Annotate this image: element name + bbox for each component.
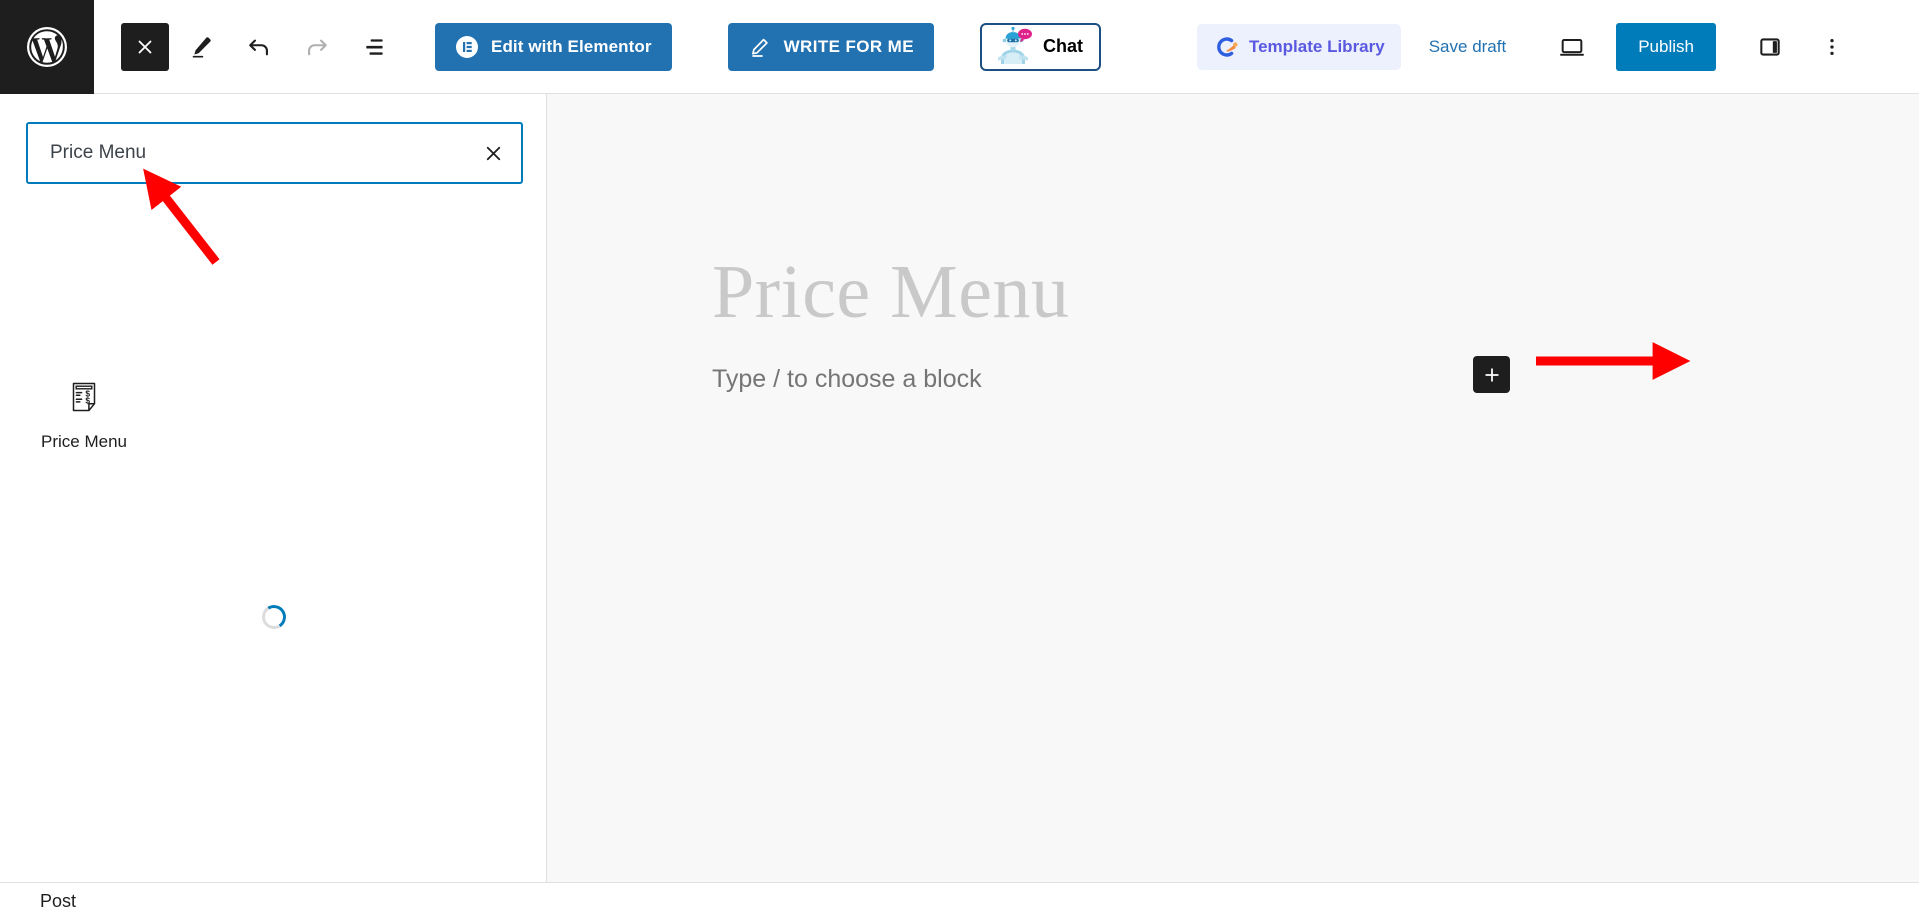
write-for-me-button[interactable]: WRITE FOR ME <box>727 22 934 71</box>
elementor-group: Edit with Elementor <box>435 0 672 94</box>
publish-label: Publish <box>1638 36 1694 56</box>
wordpress-block-editor: Edit with Elementor WRITE FOR ME Chat Te… <box>0 0 1919 920</box>
template-library-label: Template Library <box>1248 36 1385 56</box>
write-for-me-group: WRITE FOR ME <box>727 0 934 94</box>
edit-mode-pencil-button[interactable] <box>175 21 227 73</box>
document-outline-icon[interactable] <box>349 21 401 73</box>
clear-search-button[interactable] <box>473 133 513 173</box>
pen-write-icon <box>748 35 772 59</box>
editor-top-toolbar: Edit with Elementor WRITE FOR ME Chat Te… <box>0 0 1919 94</box>
empty-block-placeholder[interactable]: Type / to choose a block <box>712 362 982 397</box>
desktop-preview-icon[interactable] <box>1546 21 1598 73</box>
edit-with-elementor-button[interactable]: Edit with Elementor <box>435 22 672 71</box>
block-result-label: Price Menu <box>41 432 127 451</box>
document-type-label: Post <box>40 891 77 911</box>
wordpress-logo-icon[interactable] <box>0 0 94 94</box>
save-draft-label: Save draft <box>1428 36 1507 56</box>
svg-text:$: $ <box>85 396 90 406</box>
editor-canvas: Price Menu Type / to choose a block <box>547 94 1919 882</box>
chat-group: Chat <box>979 0 1101 94</box>
write-for-me-label: WRITE FOR ME <box>783 36 914 56</box>
close-editor-button[interactable] <box>121 22 169 71</box>
chat-button[interactable]: Chat <box>979 22 1101 71</box>
page-title[interactable]: Price Menu <box>712 254 1069 330</box>
three-dots-vertical-icon[interactable] <box>1806 21 1858 73</box>
editor-status-bar: Post <box>0 882 1919 920</box>
template-library-button[interactable]: Template Library <box>1196 23 1401 70</box>
sidebar-panel-icon[interactable] <box>1744 21 1796 73</box>
chat-label: Chat <box>1042 36 1083 56</box>
edit-with-elementor-label: Edit with Elementor <box>491 36 652 56</box>
block-search-field-wrapper <box>26 122 523 184</box>
block-inserter-panel: $ $ Price Menu <box>0 94 547 882</box>
editor-body: $ $ Price Menu Price Menu Type / to choo… <box>0 94 1919 882</box>
publish-group: Template Library Save draft Publish <box>1196 0 1858 94</box>
save-draft-button[interactable]: Save draft <box>1415 23 1521 71</box>
robot-chat-avatar-icon <box>992 26 1034 67</box>
search-input[interactable] <box>26 122 523 184</box>
redo-button[interactable] <box>291 21 343 73</box>
block-result-price-menu[interactable]: $ $ Price Menu <box>24 374 144 458</box>
elementor-logo-icon <box>455 35 479 59</box>
c-swoosh-logo-icon <box>1213 34 1239 60</box>
editor-tools-group <box>121 0 401 94</box>
loading-spinner-icon <box>259 602 289 632</box>
block-results-grid: $ $ Price Menu <box>24 374 524 458</box>
plus-icon <box>1482 365 1502 385</box>
publish-button[interactable]: Publish <box>1616 22 1716 71</box>
add-block-button[interactable] <box>1473 356 1510 393</box>
undo-button[interactable] <box>233 21 285 73</box>
price-menu-receipt-icon: $ $ <box>67 380 101 414</box>
